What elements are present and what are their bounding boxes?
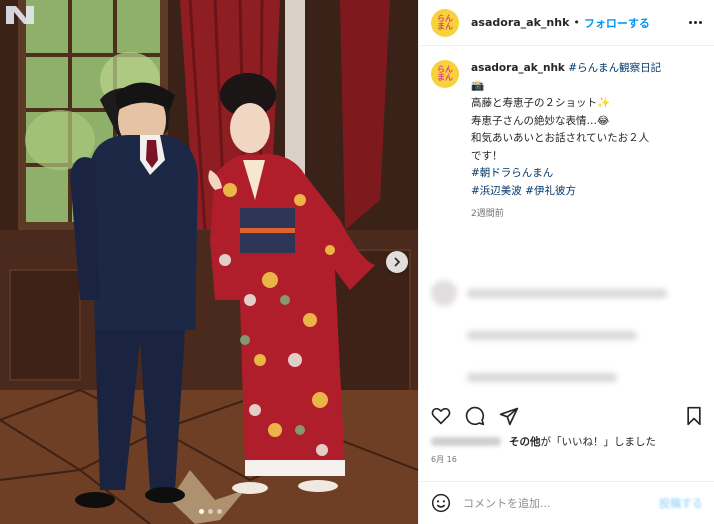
follow-button[interactable]: フォローする <box>584 15 650 31</box>
comment-box: コメントを追加... 投稿する <box>419 481 714 524</box>
comment-icon[interactable] <box>465 406 485 426</box>
hashtag-link[interactable]: #伊礼彼方 <box>525 185 576 197</box>
post-header: らん まん asadora_ak_nhk • フォローする <box>419 0 714 46</box>
comment-input[interactable]: コメントを追加... <box>463 495 551 511</box>
separator: • <box>573 16 580 29</box>
photo-scene <box>0 0 418 524</box>
hashtag-title[interactable]: #らんまん観察日記 <box>568 62 661 74</box>
likes-others[interactable]: その他 <box>509 434 541 449</box>
post-sidebar: らん まん asadora_ak_nhk • フォローする らん まん asador… <box>418 0 714 524</box>
heart-icon[interactable] <box>431 407 451 425</box>
username-link[interactable]: asadora_ak_nhk <box>471 16 569 29</box>
avatar[interactable]: らん まん <box>431 60 459 88</box>
bookmark-icon[interactable] <box>685 406 703 426</box>
carousel-dot <box>217 509 222 514</box>
more-dots-icon <box>689 21 692 24</box>
caption-line: 寿恵子さんの絶妙な表情…😂 <box>471 114 610 127</box>
caption-body: asadora_ak_nhk #らんまん観察日記 📸 高藤と寿恵子の２ショット✨… <box>471 60 701 224</box>
caption: らん まん asadora_ak_nhk #らんまん観察日記 📸 高藤と寿恵子の２… <box>419 46 714 224</box>
carousel-next-button[interactable] <box>386 251 408 273</box>
more-options-button[interactable] <box>689 21 702 24</box>
hashtag-link[interactable]: #朝ドラらんまん <box>471 165 701 183</box>
share-icon[interactable] <box>499 406 519 426</box>
post-comment-button[interactable]: 投稿する <box>659 495 703 511</box>
carousel-dot <box>208 509 213 514</box>
nhk-logo <box>4 4 40 26</box>
hashtag-link[interactable]: #浜辺美波 <box>471 185 522 197</box>
chevron-right-icon <box>394 257 401 267</box>
likes-text: が「いいね！」しました <box>540 436 657 448</box>
caption-line: です！ <box>471 149 503 162</box>
post-date: 6月 16 <box>431 455 457 464</box>
caption-username[interactable]: asadora_ak_nhk <box>471 62 565 74</box>
action-bar <box>431 402 703 430</box>
emoji-icon[interactable] <box>431 493 451 513</box>
time-ago[interactable]: 2週間前 <box>471 206 701 224</box>
caption-line: 和気あいあいとお話されていたお２人 <box>471 132 650 144</box>
blurred-liker <box>431 437 501 446</box>
post-photo[interactable] <box>0 0 418 524</box>
blurred-comments <box>431 280 703 390</box>
likes-line: その他 が「いいね！」しました <box>431 434 656 449</box>
carousel-dots <box>199 509 222 514</box>
title-emoji: 📸 <box>471 79 485 92</box>
caption-line: 高藤と寿恵子の２ショット✨ <box>471 97 611 109</box>
carousel-dot <box>199 509 204 514</box>
avatar[interactable]: らん まん <box>431 8 459 37</box>
